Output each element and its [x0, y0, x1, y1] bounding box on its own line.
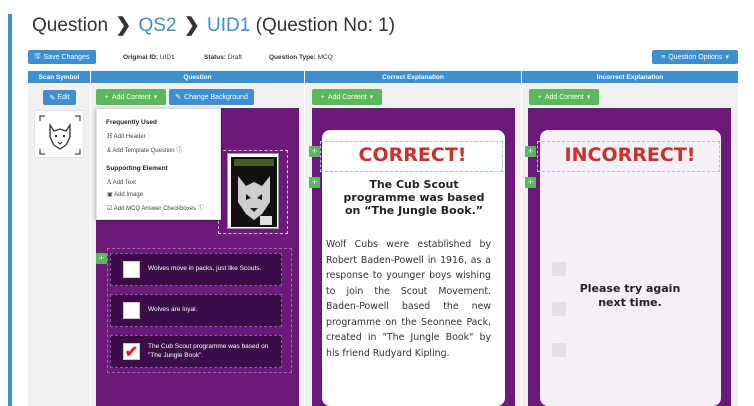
- add-block-plus-button[interactable]: +: [96, 253, 107, 264]
- option-3[interactable]: ✔ The Cub Scout programme was based on "…: [110, 335, 282, 368]
- chevron-right-icon: ❯: [115, 15, 132, 36]
- frequently-used-heading: Frequently Used: [106, 119, 157, 126]
- caret-down-icon: ▾: [586, 94, 591, 101]
- faded-checkbox: [552, 262, 566, 276]
- incorrect-add-block-plus-2[interactable]: +: [525, 177, 536, 188]
- add-mcq-checkboxes-item[interactable]: ☑ Add MCQ Answer Checkboxes ⓘ: [107, 203, 204, 212]
- supporting-element-heading: Supporting Element: [106, 165, 168, 172]
- save-changes-button[interactable]: 🖫 Save Changes: [28, 50, 96, 64]
- edit-button[interactable]: ✎ Edit: [43, 90, 76, 105]
- header-scan-symbol: Scan Symbol: [28, 71, 90, 83]
- save-changes-label: Save Changes: [43, 53, 90, 61]
- change-background-button[interactable]: ✎ Change Background: [169, 89, 254, 105]
- pencil-icon: ✎: [49, 94, 56, 102]
- scan-symbol-box[interactable]: [34, 110, 84, 158]
- pencil-icon: ✎: [175, 94, 182, 101]
- add-content-dropdown: Frequently Used H Add Header & Add Templ…: [96, 108, 221, 220]
- caret-down-icon: ▾: [725, 54, 729, 61]
- header-question: Question: [91, 71, 304, 83]
- correct-add-block-plus-2[interactable]: +: [309, 177, 320, 188]
- wolf-scan-icon: [39, 115, 81, 155]
- header-icon: H: [107, 133, 113, 140]
- correct-add-content-button[interactable]: + Add Content ▾: [312, 89, 382, 105]
- original-id: Original ID: UID1: [123, 54, 175, 61]
- add-content-label: Add Content: [327, 93, 367, 101]
- cub-scout-poster-image[interactable]: [227, 153, 279, 229]
- option-2[interactable]: Wolves are loyal.: [110, 294, 282, 327]
- incorrect-add-content-button[interactable]: + Add Content ▾: [529, 89, 599, 105]
- faded-checkbox: [552, 343, 566, 357]
- info-icon: ⓘ: [176, 148, 183, 154]
- incorrect-add-block-plus[interactable]: +: [525, 146, 536, 157]
- page: Question ❯ QS2 ❯ UID1 (Question No: 1) 🖫…: [0, 0, 754, 406]
- checkbox-icon: ☑: [107, 206, 113, 212]
- add-header-item[interactable]: H Add Header: [107, 133, 146, 140]
- correct-add-block-plus[interactable]: +: [309, 146, 320, 157]
- question-number: (Question No: 1): [255, 15, 396, 36]
- option-1[interactable]: Wolves move in packs, just like Scouts.: [110, 253, 282, 286]
- left-accent-bar: [8, 14, 12, 406]
- option-3-checkbox[interactable]: ✔: [123, 343, 140, 361]
- correct-body: Wolf Cubs were established by Robert Bad…: [326, 239, 491, 359]
- faded-checkbox: [552, 302, 566, 316]
- caret-down-icon: ▾: [153, 94, 158, 101]
- header-incorrect-explanation: Incorrect Explanation: [522, 71, 738, 83]
- option-1-text: Wolves move in packs, just like Scouts.: [148, 265, 262, 273]
- option-3-text: The Cub Scout programme was based on "Th…: [148, 343, 269, 359]
- status: Status: Draft: [204, 54, 242, 61]
- plus-icon: +: [320, 93, 325, 101]
- wolf-poster-graphic: [231, 157, 277, 227]
- add-template-question-item[interactable]: & Add Template Question ⓘ: [107, 145, 182, 154]
- edit-label: Edit: [57, 94, 70, 101]
- add-text-item[interactable]: A Add Text: [107, 179, 136, 186]
- question-type: Question Type: MCQ: [269, 54, 333, 61]
- question-options-button[interactable]: ≡ Question Options ▾: [652, 50, 738, 64]
- text-icon: A: [107, 179, 112, 186]
- option-2-text: Wolves are loyal.: [148, 306, 198, 314]
- question-add-content-button[interactable]: + Add Content ▾: [96, 89, 166, 105]
- image-icon: ▣: [107, 192, 113, 198]
- checkmark-icon: ✔: [124, 343, 139, 361]
- incorrect-message: Please try again next time.: [579, 282, 681, 309]
- breadcrumb-qs-link[interactable]: QS2: [139, 15, 177, 36]
- change-background-label: Change Background: [184, 93, 248, 101]
- plus-icon: +: [537, 93, 542, 101]
- breadcrumb: Question ❯ QS2 ❯ UID1 (Question No: 1): [32, 14, 395, 37]
- option-1-checkbox[interactable]: [123, 261, 140, 278]
- menu-icon: ≡: [661, 53, 666, 61]
- breadcrumb-uid-link[interactable]: UID1: [207, 15, 250, 36]
- template-icon: &: [107, 148, 112, 154]
- correct-subtitle: The Cub Scout programme was based on “Th…: [343, 178, 485, 217]
- breadcrumb-question: Question: [32, 15, 109, 36]
- add-content-label: Add Content: [544, 93, 584, 101]
- caret-down-icon: ▾: [369, 94, 374, 101]
- correct-title: CORRECT!: [358, 144, 467, 166]
- info-icon: ⓘ: [197, 206, 204, 212]
- chevron-right-icon: ❯: [183, 15, 200, 36]
- add-content-label: Add Content: [111, 93, 151, 101]
- header-correct-explanation: Correct Explanation: [305, 71, 521, 83]
- option-2-checkbox[interactable]: [123, 302, 140, 319]
- incorrect-title: INCORRECT!: [564, 144, 696, 166]
- question-options-label: Question Options: [668, 53, 723, 61]
- save-icon: 🖫: [34, 52, 41, 60]
- add-image-item[interactable]: ▣ Add Image: [107, 191, 143, 198]
- plus-icon: +: [104, 93, 109, 101]
